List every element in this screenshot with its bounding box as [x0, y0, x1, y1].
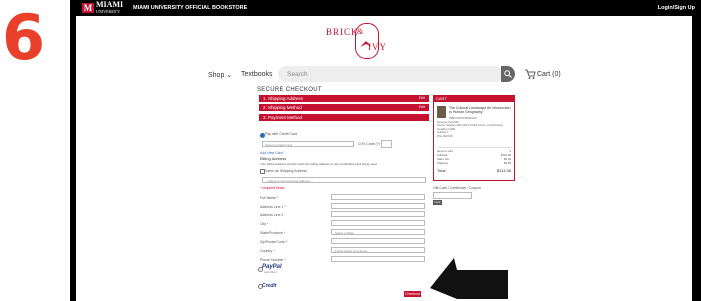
store-name[interactable]: MIAMI UNIVERSITY OFFICIAL BOOKSTORE [133, 5, 247, 11]
credit-card-select[interactable]: Select a Credit Card [262, 141, 354, 147]
section-label: 3. Payment Method [263, 115, 303, 120]
required-note: * required fields [260, 186, 285, 190]
divider [437, 147, 511, 148]
country-select[interactable]: United States of America [331, 247, 425, 253]
item-isbn: ISBN 9780134206233 [449, 116, 477, 120]
full-name-label: Full Name * [260, 196, 279, 200]
pointer-arrow-icon [426, 252, 510, 301]
section-payment-method[interactable]: 3. Payment Method [259, 114, 429, 121]
address2-field[interactable] [331, 211, 425, 217]
nav-shop-label: Shop [208, 72, 225, 79]
total-label: Total [437, 168, 446, 173]
book-cover-icon [437, 106, 446, 118]
gift-card-field[interactable] [433, 192, 472, 199]
search-placeholder: Search [287, 71, 308, 78]
billing-note: Your billing address should match the bi… [260, 162, 378, 166]
country-label: Country * [260, 249, 275, 253]
full-name-field[interactable] [331, 194, 425, 200]
nav-shop[interactable]: Shop ⌄ [208, 71, 232, 79]
cvv-field[interactable] [381, 140, 392, 148]
cart-panel: CART The Cultural Landscape An Introduct… [433, 95, 515, 181]
section-shipping-method[interactable]: 2. Shipping Method Edit [259, 104, 429, 111]
logo-top-text: MIAMI [96, 0, 124, 9]
city-label: City * [260, 222, 269, 226]
edit-link[interactable]: Edit [419, 104, 425, 111]
paypal-learn-more[interactable]: Learn More [264, 271, 277, 274]
shipping-value: $9.60 [504, 161, 511, 165]
gift-card-label: Gift Card / Certificate / Coupon [433, 186, 481, 190]
state-select[interactable]: -Select a State- [331, 229, 425, 235]
paypal-logo: PayPal [262, 264, 282, 270]
item-title[interactable]: The Cultural Landscape An Introduction t… [449, 106, 511, 114]
meta-row: Price $104.98 [437, 134, 453, 138]
state-label: State/Province * [260, 231, 286, 235]
address2-label: Address Line 2 [260, 213, 284, 217]
login-link[interactable]: Login/Sign Up [658, 5, 695, 11]
phone-label: Phone Number * [260, 258, 286, 262]
zip-field[interactable] [331, 238, 425, 244]
same-as-shipping-label: Same as Shipping Address [265, 169, 308, 173]
address1-field[interactable] [331, 203, 425, 209]
address1-label: Address Line 1 * [260, 205, 286, 209]
chevron-down-icon: ⌄ [226, 72, 233, 79]
phone-field[interactable] [331, 256, 425, 262]
search-input[interactable] [278, 66, 504, 82]
billing-title: Billing Address [260, 156, 287, 161]
search-icon [504, 70, 512, 78]
zip-label: Zip/Postal Code * [260, 240, 288, 244]
add-new-card-link[interactable]: Add New Card [260, 151, 283, 155]
brand-ivy[interactable]: IVY [368, 42, 387, 52]
logo-bottom-text: UNIVERSITY [96, 9, 120, 14]
city-field[interactable] [331, 220, 425, 226]
apply-button[interactable]: Apply [433, 200, 442, 205]
section-label: 1. Shipping Address [263, 96, 304, 101]
cart-icon[interactable] [524, 69, 536, 80]
nav-textbooks[interactable]: Textbooks [241, 71, 273, 78]
miami-logo-icon[interactable]: M [82, 3, 94, 13]
checkout-title: SECURE CHECKOUT [257, 87, 322, 93]
cvv-label: CVV Code (?) [358, 142, 380, 146]
shipping-label: Shipping [437, 161, 448, 165]
cart-panel-header: CART [434, 96, 514, 102]
checkout-button[interactable]: Checkout [404, 291, 421, 297]
edit-link[interactable]: Edit [419, 95, 425, 102]
cart-link[interactable]: Cart (0) [537, 71, 561, 78]
paypal-credit-logo: Credit [262, 283, 277, 289]
pay-credit-label: Pay with Credit Card [265, 132, 298, 136]
item-meta: Semester Fall 2020 Course Hamilton-GEO 1… [437, 121, 503, 138]
brand-amp: & [357, 27, 364, 36]
previous-address-select[interactable]: -- Select to Use Previous Address -- [262, 177, 426, 183]
section-label: 2. Shipping Method [263, 105, 302, 110]
total-value: $114.58 [496, 168, 511, 173]
brand-brick[interactable]: BRICK [326, 27, 359, 37]
step-number: 6 [2, 1, 46, 74]
section-shipping-address[interactable]: 1. Shipping Address Edit [259, 95, 429, 102]
